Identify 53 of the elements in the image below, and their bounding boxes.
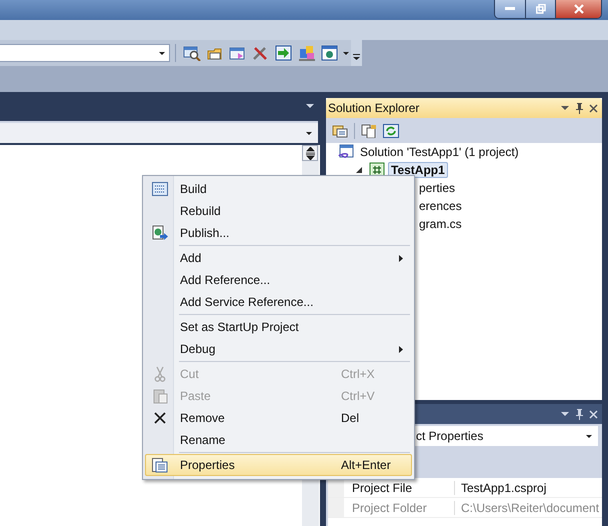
configuration-combo[interactable] bbox=[0, 44, 170, 62]
property-value: TestApp1.csproj bbox=[460, 480, 546, 494]
panel-title: Solution Explorer bbox=[328, 101, 420, 115]
close-icon[interactable] bbox=[589, 104, 598, 112]
caret-icon bbox=[306, 132, 312, 134]
minimize-icon bbox=[505, 7, 515, 11]
property-value: C:\Users\Reiter\document bbox=[460, 500, 600, 514]
caret-icon bbox=[586, 434, 592, 438]
property-name: Project Folder bbox=[344, 500, 455, 514]
menu-item[interactable]: Debug bbox=[145, 338, 412, 360]
submenu-arrow-icon bbox=[399, 254, 403, 262]
caret-icon[interactable] bbox=[561, 106, 569, 110]
tree-item[interactable]: gram.cs bbox=[416, 216, 465, 232]
caret-icon bbox=[159, 52, 166, 54]
submenu-arrow-icon bbox=[399, 346, 403, 352]
clipboard-icon bbox=[152, 388, 168, 404]
properties-icon bbox=[152, 458, 168, 472]
publish-icon bbox=[152, 225, 168, 241]
tree-item[interactable]: TestApp1 bbox=[388, 162, 448, 178]
copy-icon[interactable] bbox=[359, 122, 379, 138]
menu-item[interactable]: Add Service Reference... bbox=[145, 291, 412, 313]
overflow-icon bbox=[353, 54, 360, 60]
delete-icon bbox=[154, 412, 166, 424]
split-icon bbox=[304, 146, 316, 160]
menu-item[interactable]: Rebuild bbox=[145, 200, 412, 222]
menu-item[interactable]: Properties Alt+Enter bbox=[145, 454, 412, 476]
menu-item[interactable]: Add bbox=[145, 247, 412, 269]
scissors-icon bbox=[154, 366, 166, 382]
build-icon bbox=[152, 182, 168, 196]
overflow-button[interactable] bbox=[351, 40, 362, 66]
show-files-icon[interactable] bbox=[330, 122, 350, 138]
close-icon bbox=[574, 4, 584, 14]
expand-arrow-icon[interactable] bbox=[356, 167, 362, 173]
pin-icon[interactable] bbox=[575, 102, 583, 114]
tree-item[interactable]: perties bbox=[416, 180, 458, 196]
caret-icon bbox=[306, 104, 314, 108]
menu-item[interactable]: Publish... bbox=[145, 222, 412, 244]
menu-item[interactable]: Set as StartUp Project bbox=[145, 316, 412, 338]
restore-icon bbox=[536, 4, 546, 14]
pin-icon[interactable] bbox=[575, 408, 583, 420]
caret-icon[interactable] bbox=[561, 412, 569, 416]
close-button[interactable] bbox=[555, 0, 601, 18]
caret-icon bbox=[343, 52, 349, 54]
find-icon[interactable] bbox=[181, 44, 203, 62]
restore-button[interactable] bbox=[525, 0, 555, 18]
tree-item[interactable]: erences bbox=[416, 198, 465, 214]
split-button[interactable] bbox=[302, 145, 318, 161]
tree-item[interactable]: Solution 'TestApp1' (1 project) bbox=[357, 144, 522, 160]
menu-item[interactable]: Build bbox=[145, 178, 412, 200]
refresh-icon[interactable] bbox=[381, 122, 401, 138]
dropdown-button[interactable] bbox=[342, 50, 350, 56]
menu-item[interactable]: Remove Del bbox=[145, 407, 412, 429]
menu-item[interactable]: Add Reference... bbox=[145, 269, 412, 291]
